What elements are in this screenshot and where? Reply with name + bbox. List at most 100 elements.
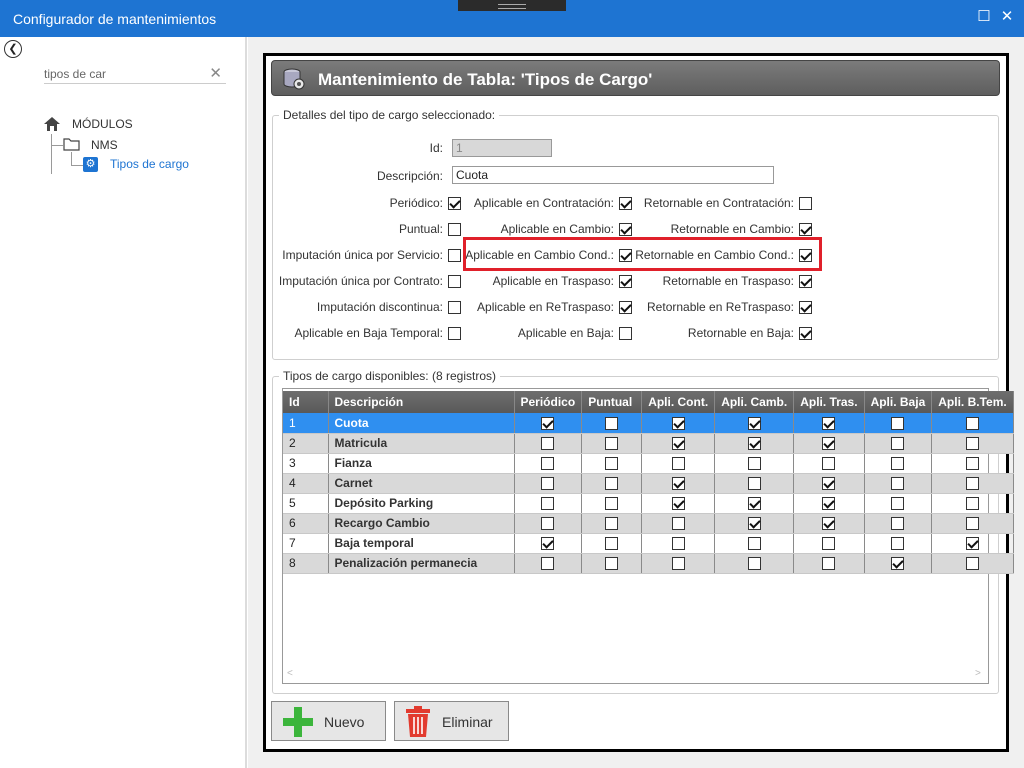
row-checkbox[interactable] [541,477,555,491]
tree-group[interactable]: NMS [91,138,118,152]
row-checkbox[interactable] [891,437,905,451]
row-checkbox[interactable] [671,416,685,430]
cell-flag [641,493,716,514]
row-checkbox[interactable] [605,416,619,430]
column-header[interactable]: Apli. Tras. [793,391,865,413]
column-header[interactable]: Id [283,391,329,413]
row-checkbox[interactable] [605,557,619,571]
row-checkbox[interactable] [671,537,685,551]
table-row[interactable]: 7 Baja temporal [283,533,1014,554]
row-checkbox[interactable] [671,477,685,491]
close-icon[interactable]: ✕ [1000,9,1014,24]
row-checkbox[interactable] [671,557,685,571]
cell-id: 4 [283,473,329,494]
scroll-right-icon[interactable]: > [975,668,981,679]
back-button[interactable]: ❮ [4,40,22,58]
flag-checkbox[interactable] [799,197,812,210]
row-checkbox[interactable] [965,517,979,531]
flag-label: Retornable en Baja: [687,326,794,340]
row-checkbox[interactable] [822,497,836,511]
table-row[interactable]: 6 Recargo Cambio [283,513,1014,534]
delete-button[interactable]: Eliminar [394,701,509,741]
table-row[interactable]: 5 Depósito Parking [283,493,1014,514]
row-checkbox[interactable] [965,477,979,491]
row-checkbox[interactable] [965,537,979,551]
row-checkbox[interactable] [965,437,979,451]
row-checkbox[interactable] [965,497,979,511]
row-checkbox[interactable] [541,457,555,471]
row-checkbox[interactable] [891,497,905,511]
row-checkbox[interactable] [965,416,979,430]
column-header[interactable]: Puntual [581,391,643,413]
row-checkbox[interactable] [891,457,905,471]
row-checkbox[interactable] [605,517,619,531]
row-checkbox[interactable] [671,517,685,531]
cell-flag [931,433,1014,454]
table-row[interactable]: 1 Cuota [283,413,1014,434]
row-checkbox[interactable] [541,497,555,511]
table-row[interactable]: 2 Matricula [283,433,1014,454]
row-checkbox[interactable] [822,437,836,451]
column-header[interactable]: Apli. Cont. [641,391,716,413]
column-header[interactable]: Descripción [328,391,515,413]
cell-flag [793,453,865,474]
row-checkbox[interactable] [541,557,555,571]
row-checkbox[interactable] [891,557,905,571]
drag-handle[interactable] [458,0,566,11]
column-header[interactable]: Periódico [514,391,583,413]
row-checkbox[interactable] [822,517,836,531]
row-checkbox[interactable] [965,557,979,571]
row-checkbox[interactable] [822,416,836,430]
row-checkbox[interactable] [541,537,555,551]
row-checkbox[interactable] [605,457,619,471]
tree-root[interactable]: MÓDULOS [72,117,133,131]
description-field[interactable]: Cuota [452,166,774,184]
row-checkbox[interactable] [822,457,836,471]
clear-icon[interactable]: ✕ [209,64,222,82]
row-checkbox[interactable] [747,557,761,571]
row-checkbox[interactable] [605,497,619,511]
search-input[interactable]: tipos de car ✕ [44,64,226,84]
row-checkbox[interactable] [747,497,761,511]
column-header[interactable]: Apli. Camb. [714,391,795,413]
row-checkbox[interactable] [747,457,761,471]
row-checkbox[interactable] [605,437,619,451]
row-checkbox[interactable] [891,537,905,551]
row-checkbox[interactable] [605,477,619,491]
table-row[interactable]: 4 Carnet [283,473,1014,494]
row-checkbox[interactable] [965,457,979,471]
row-checkbox[interactable] [541,437,555,451]
cell-flag [793,533,865,554]
id-field[interactable]: 1 [452,139,552,157]
row-checkbox[interactable] [822,537,836,551]
scroll-left-icon[interactable]: < [287,668,293,679]
row-checkbox[interactable] [891,477,905,491]
tree-leaf-tipos-de-cargo[interactable]: Tipos de cargo [110,157,189,171]
maximize-icon[interactable]: ☐ [977,9,991,24]
row-checkbox[interactable] [822,477,836,491]
row-checkbox[interactable] [671,437,685,451]
table-row[interactable]: 8 Penalización permanecia [283,553,1014,574]
row-checkbox[interactable] [541,517,555,531]
row-checkbox[interactable] [747,477,761,491]
row-checkbox[interactable] [747,416,761,430]
row-checkbox[interactable] [747,517,761,531]
column-header[interactable]: Apli. B.Tem. [931,391,1014,413]
row-checkbox[interactable] [891,517,905,531]
table-row[interactable]: 3 Fianza [283,453,1014,474]
row-checkbox[interactable] [671,497,685,511]
column-header[interactable]: Apli. Baja [864,391,933,413]
cell-id: 3 [283,453,329,474]
row-checkbox[interactable] [671,457,685,471]
flag-checkbox[interactable] [799,223,812,236]
row-checkbox[interactable] [747,537,761,551]
row-checkbox[interactable] [891,416,905,430]
new-button[interactable]: Nuevo [271,701,386,741]
row-checkbox[interactable] [747,437,761,451]
row-checkbox[interactable] [541,416,555,430]
flag-checkbox[interactable] [799,301,812,314]
row-checkbox[interactable] [822,557,836,571]
flag-checkbox[interactable] [799,327,812,340]
row-checkbox[interactable] [605,537,619,551]
flag-checkbox[interactable] [799,275,812,288]
